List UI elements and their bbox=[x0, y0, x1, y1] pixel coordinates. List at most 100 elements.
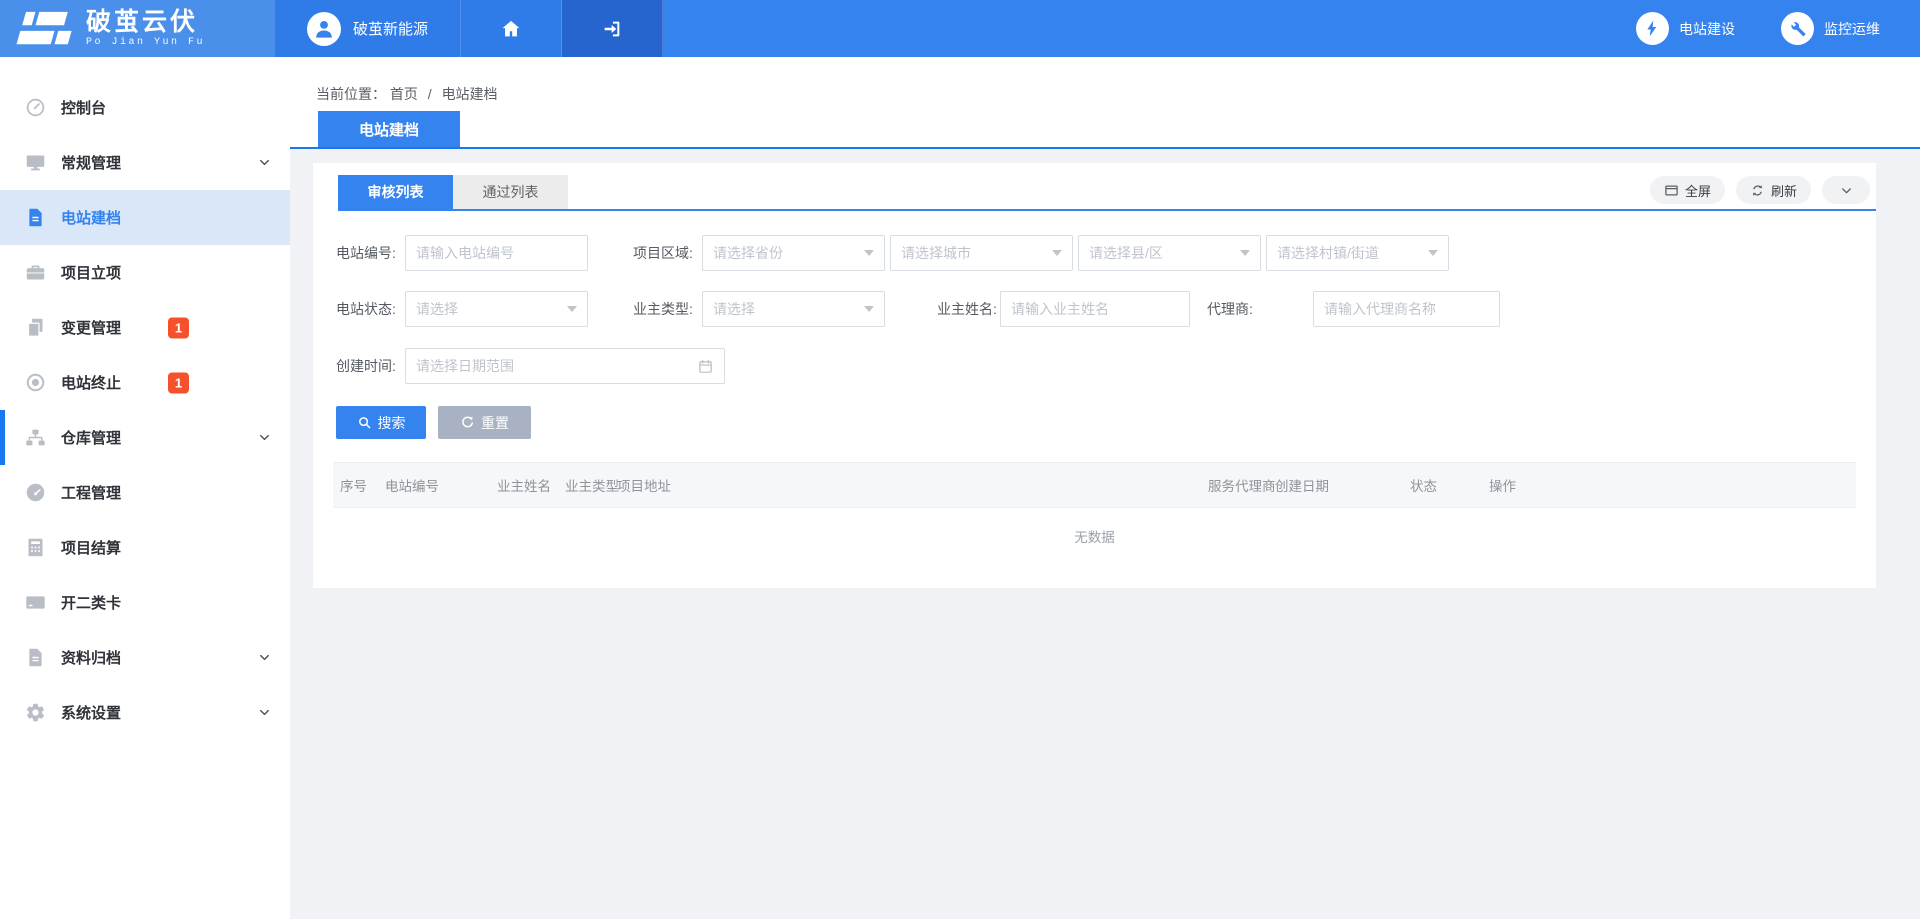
town-select[interactable]: 请选择村镇/街道 bbox=[1266, 235, 1449, 271]
owner-name-label: 业主姓名: bbox=[937, 299, 1000, 319]
date-range-field[interactable] bbox=[405, 348, 725, 384]
filter-row-1: 电站编号: 项目区域: 请选择省份 请选择城市 请选择县/区 bbox=[336, 235, 1876, 271]
refresh-label: 刷新 bbox=[1771, 181, 1797, 200]
nav-station-build[interactable]: 电站建设 bbox=[1636, 12, 1735, 45]
sidebar-item-change-mgmt[interactable]: 变更管理 1 bbox=[0, 300, 290, 355]
sidebar-item-console[interactable]: 控制台 bbox=[0, 80, 290, 135]
column-header: 项目地址 bbox=[617, 475, 1208, 495]
home-button[interactable] bbox=[461, 0, 562, 57]
breadcrumb-prefix: 当前位置： bbox=[316, 86, 386, 102]
logout-button[interactable] bbox=[562, 0, 663, 57]
column-header: 业主姓名 bbox=[497, 475, 565, 495]
wrench-icon bbox=[1781, 12, 1814, 45]
sidebar-item-label: 工程管理 bbox=[61, 482, 121, 503]
fullscreen-icon bbox=[1664, 183, 1679, 198]
sidebar-item-label: 项目结算 bbox=[61, 537, 121, 558]
sitemap-icon bbox=[25, 427, 46, 448]
county-select[interactable]: 请选择县/区 bbox=[1078, 235, 1261, 271]
calculator-icon bbox=[25, 537, 46, 558]
main-area: 当前位置： 首页 / 电站建档 电站建档 审核列表 通过列表 全屏 bbox=[290, 57, 1920, 919]
calendar-icon bbox=[697, 358, 714, 375]
chevron-down-icon bbox=[257, 705, 272, 720]
column-header: 状态 bbox=[1410, 475, 1489, 495]
owner-name-field[interactable] bbox=[1000, 291, 1190, 327]
chevron-down-icon bbox=[1839, 183, 1854, 198]
chevron-down-icon bbox=[257, 430, 272, 445]
caret-down-icon bbox=[1428, 250, 1438, 256]
station-no-field[interactable] bbox=[405, 235, 588, 271]
user-menu[interactable]: 破茧新能源 bbox=[275, 0, 461, 57]
nav-monitor-ops[interactable]: 监控运维 bbox=[1781, 12, 1880, 45]
station-no-input[interactable] bbox=[416, 245, 577, 261]
caret-down-icon bbox=[864, 250, 874, 256]
table-header: 序号 电站编号 业主姓名 业主类型 项目地址 服务代理商 创建日期 状态 操作 bbox=[333, 462, 1856, 508]
caret-down-icon bbox=[1052, 250, 1062, 256]
gauge-icon bbox=[25, 97, 46, 118]
owner-name-input[interactable] bbox=[1011, 301, 1179, 317]
sidebar-item-label: 变更管理 bbox=[61, 317, 121, 338]
company-name: 破茧新能源 bbox=[353, 18, 428, 39]
sidebar-item-data-archiving[interactable]: 资料归档 bbox=[0, 630, 290, 685]
sidebar-item-station-archive[interactable]: 电站建档 bbox=[0, 190, 290, 245]
refresh-icon bbox=[1750, 183, 1765, 198]
station-status-label: 电站状态: bbox=[336, 299, 400, 319]
refresh-button[interactable]: 刷新 bbox=[1736, 176, 1811, 204]
column-header: 业主类型 bbox=[565, 475, 617, 495]
home-icon bbox=[500, 18, 522, 40]
breadcrumb-home[interactable]: 首页 bbox=[390, 86, 418, 102]
create-time-label: 创建时间: bbox=[336, 356, 400, 376]
search-button[interactable]: 搜索 bbox=[336, 406, 426, 439]
sidebar-item-label: 控制台 bbox=[61, 97, 106, 118]
region-label: 项目区域: bbox=[633, 243, 697, 263]
app-header: 破茧云伏 Po Jian Yun Fu 破茧新能源 bbox=[0, 0, 1920, 57]
filter-actions: 搜索 重置 bbox=[336, 406, 1876, 439]
city-select[interactable]: 请选择城市 bbox=[890, 235, 1073, 271]
tab-review-list[interactable]: 审核列表 bbox=[338, 175, 453, 209]
sidebar-item-general-mgmt[interactable]: 常规管理 bbox=[0, 135, 290, 190]
pages-icon bbox=[25, 317, 46, 338]
column-header: 服务代理商 bbox=[1208, 475, 1275, 495]
town-placeholder: 请选择村镇/街道 bbox=[1277, 243, 1422, 263]
sidebar-item-label: 系统设置 bbox=[61, 702, 121, 723]
collapse-button[interactable] bbox=[1822, 176, 1870, 204]
topbar: 当前位置： 首页 / 电站建档 电站建档 bbox=[290, 57, 1920, 149]
nav-label: 监控运维 bbox=[1824, 19, 1880, 39]
sidebar-item-label: 仓库管理 bbox=[61, 427, 121, 448]
sidebar-item-engineering-mgmt[interactable]: 工程管理 bbox=[0, 465, 290, 520]
sidebar-item-project-initiation[interactable]: 项目立项 bbox=[0, 245, 290, 300]
sidebar-item-label: 常规管理 bbox=[61, 152, 121, 173]
column-header: 操作 bbox=[1489, 475, 1856, 495]
panel-tabs-bar: 审核列表 通过列表 全屏 刷新 bbox=[338, 163, 1876, 211]
logout-icon bbox=[601, 18, 623, 40]
sidebar-item-open-card[interactable]: 开二类卡 bbox=[0, 575, 290, 630]
brand-subtitle: Po Jian Yun Fu bbox=[86, 37, 205, 48]
reset-label: 重置 bbox=[481, 413, 509, 433]
sidebar-item-label: 电站终止 bbox=[61, 372, 121, 393]
breadcrumb-separator: / bbox=[428, 86, 432, 102]
caret-down-icon bbox=[567, 306, 577, 312]
meter-icon bbox=[25, 482, 46, 503]
agent-field[interactable] bbox=[1313, 291, 1500, 327]
sidebar-item-system-settings[interactable]: 系统设置 bbox=[0, 685, 290, 740]
sidebar-item-warehouse-mgmt[interactable]: 仓库管理 bbox=[0, 410, 290, 465]
caret-down-icon bbox=[864, 306, 874, 312]
breadcrumb: 当前位置： 首页 / 电站建档 bbox=[316, 84, 498, 104]
caret-down-icon bbox=[1240, 250, 1250, 256]
sidebar-item-project-settlement[interactable]: 项目结算 bbox=[0, 520, 290, 575]
sidebar-item-station-termination[interactable]: 电站终止 1 bbox=[0, 355, 290, 410]
station-status-placeholder: 请选择 bbox=[416, 299, 561, 319]
agent-input[interactable] bbox=[1324, 301, 1489, 317]
person-icon bbox=[311, 16, 337, 42]
nav-label: 电站建设 bbox=[1679, 19, 1735, 39]
badge-count: 1 bbox=[168, 317, 189, 338]
brand-logo[interactable]: 破茧云伏 Po Jian Yun Fu bbox=[0, 0, 275, 57]
tab-passed-list[interactable]: 通过列表 bbox=[453, 175, 568, 209]
owner-type-select[interactable]: 请选择 bbox=[702, 291, 885, 327]
badge-count: 1 bbox=[168, 372, 189, 393]
station-status-select[interactable]: 请选择 bbox=[405, 291, 588, 327]
reset-button[interactable]: 重置 bbox=[438, 406, 531, 439]
fullscreen-button[interactable]: 全屏 bbox=[1650, 176, 1725, 204]
province-select[interactable]: 请选择省份 bbox=[702, 235, 885, 271]
date-range-input[interactable] bbox=[416, 358, 697, 374]
page-tab[interactable]: 电站建档 bbox=[318, 111, 460, 147]
